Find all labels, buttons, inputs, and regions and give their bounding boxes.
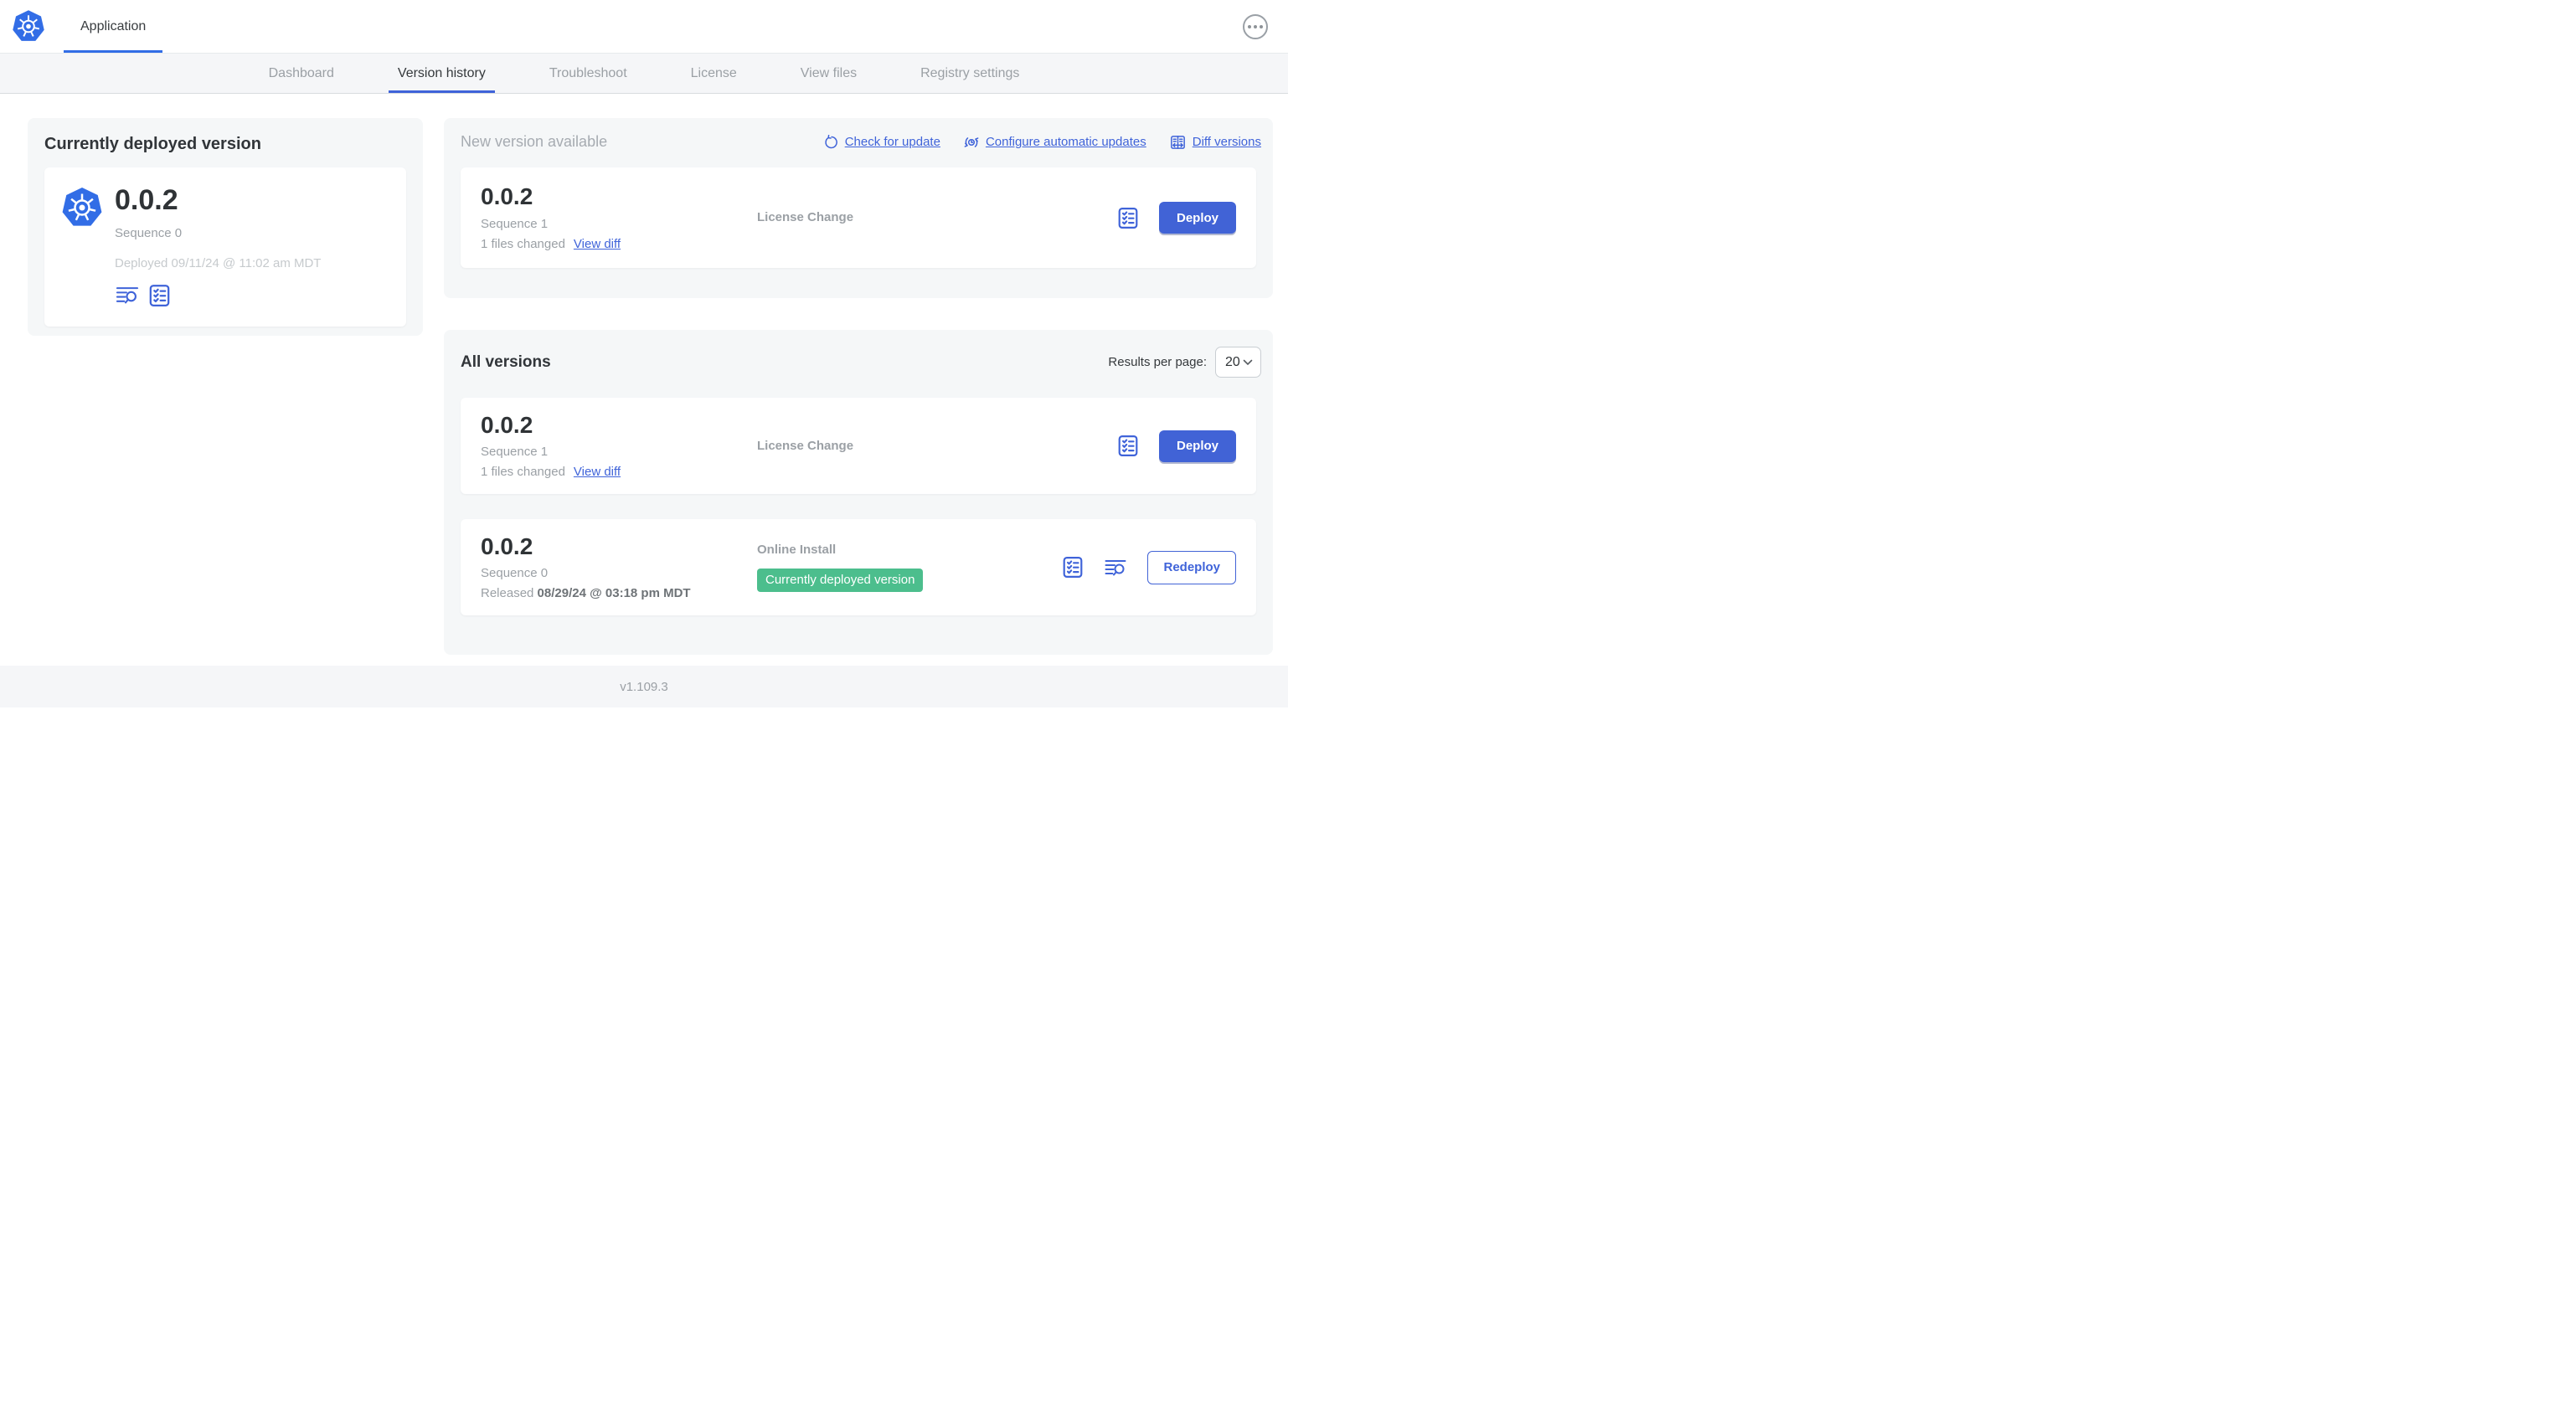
version-sequence: Sequence 1 [481, 216, 549, 231]
new-version-panel: New version available Check for update C… [444, 118, 1273, 298]
active-tab-underline [64, 50, 163, 53]
version-row: 0.0.2 Sequence 0 Released 08/29/24 @ 03:… [461, 519, 1256, 615]
app-header: Application [0, 0, 1288, 54]
all-versions-title: All versions [461, 352, 551, 371]
version-number: 0.0.2 [481, 533, 533, 559]
files-changed-label: 1 files changed [481, 236, 565, 251]
deployed-timestamp: Deployed 09/11/24 @ 11:02 am MDT [115, 255, 322, 270]
release-notes-button[interactable] [1104, 558, 1127, 577]
lines-magnifier-icon [116, 287, 139, 304]
currently-deployed-badge: Currently deployed version [757, 569, 924, 592]
tab-version-history[interactable]: Version history [366, 54, 518, 93]
tab-registry-settings[interactable]: Registry settings [889, 54, 1051, 93]
app-tab-label: Application [80, 18, 147, 33]
configure-automatic-updates-link[interactable]: Configure automatic updates [964, 135, 1146, 150]
version-row: 0.0.2 Sequence 1 1 files changed View di… [461, 398, 1256, 494]
kubernetes-logo-icon [61, 186, 103, 308]
released-timestamp: Released 08/29/24 @ 03:18 pm MDT [481, 586, 691, 601]
version-sequence: Sequence 1 [481, 445, 549, 460]
tab-dashboard[interactable]: Dashboard [237, 54, 366, 93]
tab-license[interactable]: License [659, 54, 769, 93]
per-page-value: 20 [1225, 354, 1240, 369]
main-content: Currently deployed version 0.0.2 Sequenc… [0, 94, 1288, 666]
version-sequence: Sequence 0 [481, 566, 549, 581]
version-number: 0.0.2 [481, 183, 533, 210]
tab-troubleshoot[interactable]: Troubleshoot [518, 54, 659, 93]
ellipsis-menu-icon [1248, 24, 1251, 28]
files-changed-label: 1 files changed [481, 465, 565, 480]
chevron-down-icon [1243, 359, 1253, 365]
checklist-icon [149, 284, 170, 306]
version-source-label: License Change [757, 210, 854, 224]
checklist-icon [1118, 435, 1138, 456]
schedule-sync-icon [964, 136, 979, 147]
console-version: v1.109.3 [620, 679, 668, 694]
deployed-version-number: 0.0.2 [115, 184, 178, 216]
results-per-page-select[interactable]: 20 [1215, 347, 1261, 378]
version-source-label: License Change [757, 438, 854, 453]
check-for-update-link[interactable]: Check for update [823, 134, 940, 150]
version-number: 0.0.2 [481, 411, 533, 438]
redeploy-button[interactable]: Redeploy [1147, 550, 1236, 584]
tab-view-files[interactable]: View files [769, 54, 889, 93]
diff-columns-icon [1170, 135, 1185, 149]
deployed-panel-title: Currently deployed version [44, 135, 261, 153]
currently-deployed-panel: Currently deployed version 0.0.2 Sequenc… [28, 118, 423, 336]
lines-magnifier-icon [1105, 559, 1126, 575]
config-checklist-button[interactable] [1117, 207, 1139, 229]
deploy-button[interactable]: Deploy [1158, 202, 1236, 234]
config-checklist-button[interactable] [1062, 556, 1084, 579]
config-checklist-button[interactable] [148, 284, 171, 307]
view-diff-link[interactable]: View diff [574, 237, 621, 251]
version-source-label: Online Install [757, 543, 837, 557]
app-footer: v1.109.3 [0, 666, 1288, 708]
diff-versions-link[interactable]: Diff versions [1170, 135, 1261, 150]
view-diff-link[interactable]: View diff [574, 465, 621, 479]
deploy-button[interactable]: Deploy [1158, 430, 1236, 462]
checklist-icon [1064, 557, 1083, 578]
new-version-card: 0.0.2 Sequence 1 1 files changed View di… [461, 167, 1256, 268]
app-subnav: Dashboard Version history Troubleshoot L… [0, 54, 1288, 94]
all-versions-panel: All versions Results per page: 20 0.0.2 … [444, 330, 1273, 655]
deployed-sequence: Sequence 0 [115, 225, 183, 240]
app-tab-application[interactable]: Application [64, 0, 163, 53]
new-version-title: New version available [461, 133, 608, 150]
results-per-page-label: Results per page: [1108, 355, 1207, 369]
more-options-button[interactable] [1243, 13, 1268, 39]
config-checklist-button[interactable] [1117, 435, 1139, 457]
refresh-icon [825, 134, 837, 148]
kubernetes-logo-icon [12, 0, 45, 53]
deployed-version-card: 0.0.2 Sequence 0 Deployed 09/11/24 @ 11:… [44, 167, 406, 327]
release-notes-button[interactable] [115, 286, 140, 305]
checklist-icon [1118, 207, 1138, 229]
